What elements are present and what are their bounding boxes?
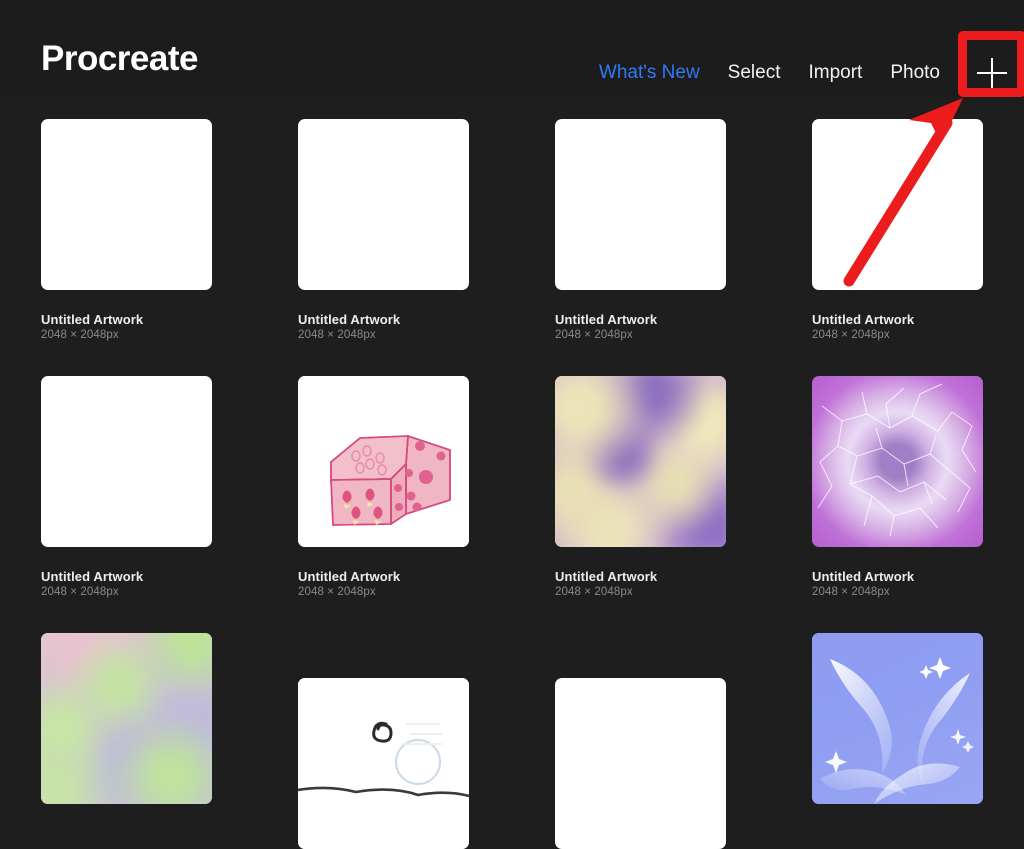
artwork-canvas (298, 119, 469, 290)
artwork-thumbnail[interactable] (555, 119, 726, 290)
artwork-meta: Untitled Artwork 2048 × 2048px (812, 569, 914, 600)
app-header: Procreate What's New Select Import Photo (0, 0, 1024, 97)
plus-icon (977, 58, 1007, 88)
page-title: Procreate (41, 38, 198, 80)
artwork-meta: Untitled Artwork 2048 × 2048px (41, 312, 143, 343)
artwork-canvas (41, 376, 212, 547)
artwork-title: Untitled Artwork (298, 312, 400, 328)
artwork-thumbnail[interactable] (555, 376, 726, 547)
crackle-texture-icon (812, 376, 983, 547)
add-artwork-button[interactable] (960, 50, 1024, 96)
artwork-thumbnail[interactable] (41, 119, 212, 290)
artwork-meta: Untitled Artwork 2048 × 2048px (298, 569, 400, 600)
artwork-dimensions: 2048 × 2048px (555, 585, 657, 600)
artwork-meta: Untitled Artwork 2048 × 2048px (555, 312, 657, 343)
artwork-title: Untitled Artwork (812, 312, 914, 328)
artwork-thumbnail[interactable] (555, 678, 726, 849)
artwork-title: Untitled Artwork (555, 312, 657, 328)
artwork-thumbnail[interactable] (41, 633, 212, 804)
artwork-canvas (555, 119, 726, 290)
artwork-canvas (41, 119, 212, 290)
artwork-canvas (555, 376, 726, 547)
artwork-canvas (812, 119, 983, 290)
header-nav: What's New Select Import Photo (585, 50, 1024, 96)
artwork-title: Untitled Artwork (812, 569, 914, 585)
artwork-canvas (812, 376, 983, 547)
blue-sparkle-artwork-icon (812, 633, 983, 804)
artwork-thumbnail[interactable] (298, 678, 469, 849)
artwork-thumbnail[interactable] (298, 119, 469, 290)
artwork-canvas (812, 633, 983, 804)
nav-item-import[interactable]: Import (794, 60, 876, 86)
artwork-title: Untitled Artwork (41, 569, 143, 585)
artwork-thumbnail[interactable] (812, 119, 983, 290)
artwork-dimensions: 2048 × 2048px (555, 328, 657, 343)
artwork-dimensions: 2048 × 2048px (41, 585, 143, 600)
artwork-dimensions: 2048 × 2048px (298, 328, 400, 343)
artwork-dimensions: 2048 × 2048px (298, 585, 400, 600)
artwork-thumbnail[interactable] (812, 633, 983, 804)
artwork-dimensions: 2048 × 2048px (812, 585, 914, 600)
nav-item-whats-new[interactable]: What's New (585, 60, 714, 86)
artwork-meta: Untitled Artwork 2048 × 2048px (812, 312, 914, 343)
cake-drawing-icon (298, 376, 469, 547)
artwork-canvas (298, 376, 469, 547)
artwork-gallery: Untitled Artwork 2048 × 2048px Untitled … (0, 97, 1024, 768)
artwork-title: Untitled Artwork (555, 569, 657, 585)
artwork-thumbnail[interactable] (41, 376, 212, 547)
artwork-thumbnail[interactable] (298, 376, 469, 547)
artwork-dimensions: 2048 × 2048px (812, 328, 914, 343)
artwork-title: Untitled Artwork (298, 569, 400, 585)
artwork-canvas (41, 633, 212, 804)
artwork-dimensions: 2048 × 2048px (41, 328, 143, 343)
nav-item-select[interactable]: Select (714, 60, 795, 86)
nav-item-photo[interactable]: Photo (876, 60, 954, 86)
artwork-canvas (555, 678, 726, 849)
artwork-meta: Untitled Artwork 2048 × 2048px (41, 569, 143, 600)
sketch-drawing-icon (298, 678, 469, 849)
artwork-meta: Untitled Artwork 2048 × 2048px (298, 312, 400, 343)
artwork-meta: Untitled Artwork 2048 × 2048px (555, 569, 657, 600)
artwork-title: Untitled Artwork (41, 312, 143, 328)
artwork-canvas (298, 678, 469, 849)
artwork-thumbnail[interactable] (812, 376, 983, 547)
